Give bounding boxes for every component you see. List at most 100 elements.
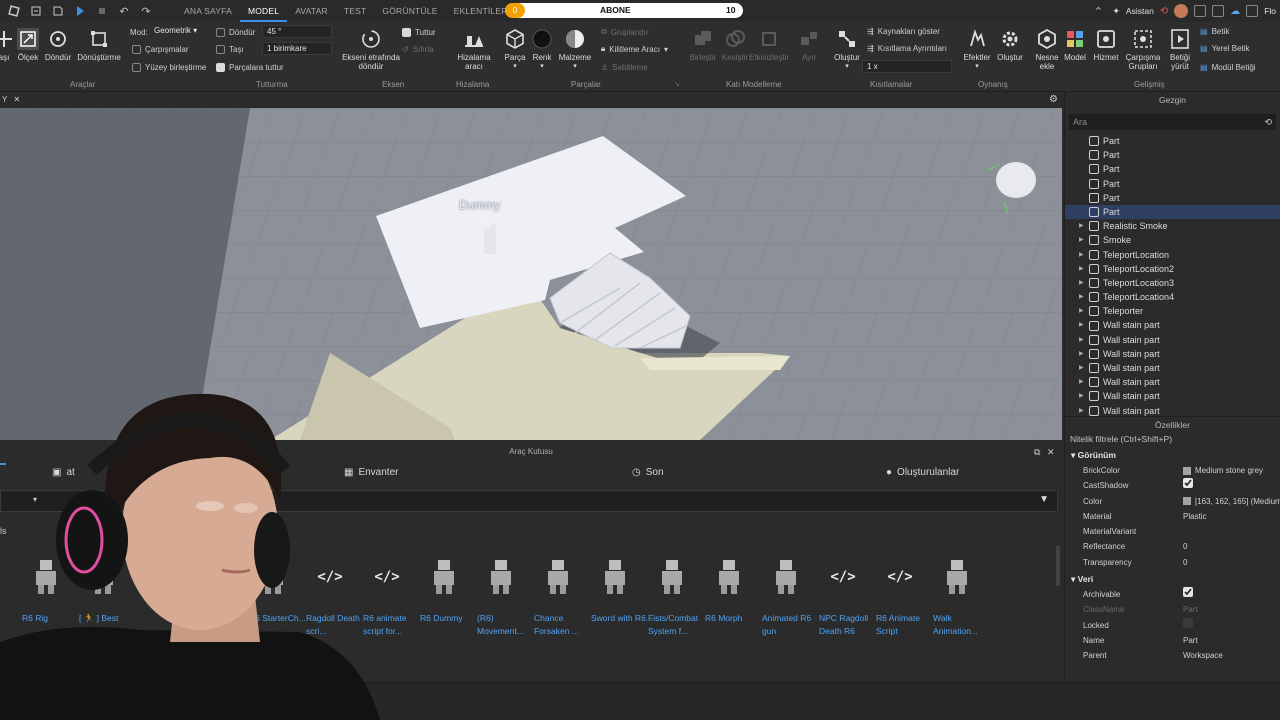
toolbox-item[interactable]: Chance Forsaken ... [534,552,590,638]
explorer-row[interactable]: ▶ TeleportLocation4 [1065,290,1280,304]
properties-filter-input[interactable]: Nitelik filtrele (Ctrl+Shift+P) [1065,432,1280,446]
collision-groups-button[interactable]: Çarpışma Grupları [1124,28,1162,71]
layout-icon[interactable] [1246,5,1259,17]
explorer-search-input[interactable]: Ara ⟲ [1069,114,1276,130]
explorer-row[interactable]: ▶ Smoke [1065,233,1280,247]
explorer-row[interactable]: ▶ Wall stain part [1065,347,1280,361]
snap-checkbox[interactable] [402,28,411,37]
lock-tool-button[interactable]: 🔒︎ Kilitleme Aracı ▾ [601,44,668,54]
explorer-row[interactable]: ▶ TeleportLocation3 [1065,276,1280,290]
property-row[interactable]: MaterialVariant [1065,524,1280,539]
explorer-row[interactable]: Part [1065,134,1280,148]
property-value[interactable]: [163, 162, 165] (Medium [1183,494,1280,509]
explorer-row[interactable]: ▶ TeleportLocation2 [1065,262,1280,276]
axis-rotate-button[interactable]: Ekseni etrafında döndür [340,28,402,71]
explorer-row[interactable]: Part [1065,148,1280,162]
filter-icon[interactable]: ▼ [1039,494,1049,505]
insert-object-button[interactable]: Nesne ekle [1032,28,1062,71]
expand-arrow-icon[interactable]: ▶ [1079,347,1084,361]
explorer-row[interactable]: Part [1065,204,1280,220]
move-tool-button[interactable]: aşı [0,28,12,62]
assistant-icon[interactable]: ✦ [1112,6,1120,17]
undo-icon[interactable]: ↶ [116,3,132,19]
redo-icon[interactable]: ↷ [138,3,154,19]
explorer-row[interactable]: ▶ Teleporter [1065,304,1280,318]
settings-square-icon[interactable] [1212,5,1225,17]
toolbox-item[interactable]: R6 Morph [705,552,761,625]
expand-arrow-icon[interactable]: ▶ [1079,219,1084,233]
collisions-toggle[interactable]: Çarpışmalar [132,45,189,54]
property-value[interactable]: Workspace [1183,648,1223,663]
create-constraint-button[interactable]: Oluştur ▾ [832,28,862,71]
tab-creations[interactable]: ● Oluşturulanlar [886,467,959,478]
close-icon[interactable]: ✕ [1047,447,1055,458]
anchor-button[interactable]: ⚓︎ Sabitleme [601,63,648,72]
expand-arrow-icon[interactable]: ▶ [1079,262,1084,276]
toolbox-item-name[interactable]: (R6) Movement... [477,612,539,638]
scrollbar[interactable] [1056,546,1060,586]
property-value[interactable]: Plastic [1183,509,1207,524]
expand-arrow-icon[interactable]: ▶ [1079,375,1084,389]
local-script-button[interactable]: ▤ Yerel Betik [1200,44,1250,53]
property-row[interactable]: Transparency 0 [1065,555,1280,570]
snap-toggle[interactable]: Tuttur [402,28,436,37]
property-value[interactable] [1183,478,1197,489]
tab-model[interactable]: MODEL [239,0,288,22]
property-row[interactable]: Archivable [1065,587,1280,602]
property-value[interactable] [1183,587,1197,598]
window-icon[interactable] [1194,5,1207,17]
user-name-cut[interactable]: Flo [1264,6,1276,16]
property-value[interactable] [1183,617,1197,628]
toolbox-item-name[interactable]: Chance Forsaken ... [534,612,596,638]
constraint-scale-input[interactable]: 1 x [862,60,952,73]
show-sources-button[interactable]: ⇶ Kaynakları göster [867,27,940,36]
section-data[interactable]: ▾ Veri [1065,572,1280,587]
toolbox-item-name[interactable]: Animated R6 gun [762,612,824,638]
explorer-row[interactable]: ▶ Wall stain part [1065,318,1280,332]
toolbox-item-name[interactable]: Fists/Combat System f... [648,612,710,638]
avatar[interactable] [1174,4,1189,18]
collisions-checkbox[interactable] [132,45,141,54]
rotate-tool-button[interactable]: Döndür [44,28,72,62]
property-checkbox[interactable] [1183,587,1193,598]
tab-home[interactable]: ANA SAYFA [176,0,240,22]
toolbox-item-name[interactable]: R6 Dummy [420,612,482,625]
toolbox-item[interactable]: </> NPC Ragdoll Death R6 [819,552,875,638]
material-button[interactable]: Malzeme ▾ [558,28,592,71]
effects-button[interactable]: Efektler ▾ [960,28,994,71]
group-button[interactable]: ⧉ Gruplandır [601,27,649,37]
tab-view[interactable]: GÖRÜNTÜLE [374,0,445,22]
move-snap-checkbox[interactable] [216,45,225,54]
property-value[interactable]: Medium stone grey [1183,463,1263,478]
assistant-button[interactable]: Asistan [1126,6,1154,16]
tab-test[interactable]: TEST [336,0,375,22]
expand-arrow-icon[interactable]: ▶ [1079,361,1084,375]
property-row[interactable]: Material Plastic [1065,509,1280,524]
explorer-row[interactable]: ▶ TeleportLocation [1065,248,1280,262]
explorer-row[interactable]: ▶ Realistic Smoke [1065,219,1280,233]
expand-arrow-icon[interactable]: ▶ [1079,318,1084,332]
expand-arrow-icon[interactable]: ▶ [1079,290,1084,304]
toolbox-item-name[interactable]: R6 Animate Script [876,612,938,638]
toolbox-item[interactable]: Sword with R6... [591,552,653,625]
property-row[interactable]: Color [163, 162, 165] (Medium [1065,494,1280,509]
gear-icon[interactable]: ⚙ [1049,94,1058,105]
keep-parts-checkbox[interactable] [216,63,225,72]
scale-tool-button[interactable]: Ölçek [16,28,40,62]
expand-arrow-icon[interactable]: ▶ [1079,304,1084,318]
model-button[interactable]: Model [1062,28,1088,62]
toolbox-item[interactable]: Fists/Combat System f... [648,552,704,638]
studio-logo-icon[interactable] [6,3,22,19]
property-value[interactable]: 0 [1183,555,1187,570]
module-script-button[interactable]: ▤ Modül Betiği [1200,63,1256,72]
property-checkbox[interactable] [1183,478,1193,489]
close-icon[interactable]: ✕ [13,95,20,104]
run-script-button[interactable]: Betiği yürüt [1164,28,1196,71]
section-appearance[interactable]: ▾ Görünüm [1065,448,1280,463]
share-icon[interactable]: ⟲ [1160,6,1168,17]
expand-arrow-icon[interactable]: ▶ [1079,276,1084,290]
gameplay-create-button[interactable]: Oluştur [994,28,1026,62]
expand-arrow-icon[interactable]: ▶ [1079,248,1084,262]
mode-dropdown[interactable]: Geometrik ▾ [150,25,206,38]
property-value[interactable]: Part [1183,602,1198,617]
